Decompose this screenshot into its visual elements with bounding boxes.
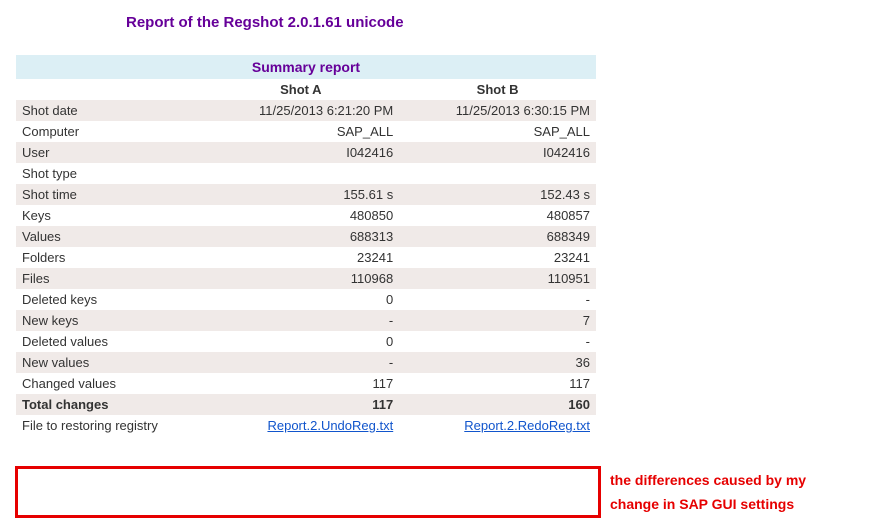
row-label: Files (16, 268, 202, 289)
table-row: Shot time155.61 s152.43 s (16, 184, 596, 205)
row-value-a: I042416 (202, 142, 399, 163)
row-value-a (202, 163, 399, 184)
row-value-a: 110968 (202, 268, 399, 289)
summary-table: Summary report Shot A Shot B Shot date11… (16, 55, 596, 436)
table-row: Deleted values0- (16, 331, 596, 352)
row-value-a: 688313 (202, 226, 399, 247)
row-label: New keys (16, 310, 202, 331)
row-value-b: 480857 (399, 205, 596, 226)
annotation-text: the differences caused by my change in S… (610, 469, 806, 517)
col-blank (16, 79, 202, 100)
row-value-a: - (202, 352, 399, 373)
row-label: Folders (16, 247, 202, 268)
table-row: Changed values117117 (16, 373, 596, 394)
row-value-a: - (202, 310, 399, 331)
row-value-a: 155.61 s (202, 184, 399, 205)
highlight-box (15, 466, 601, 518)
row-value-a: 0 (202, 331, 399, 352)
row-value-b: SAP_ALL (399, 121, 596, 142)
table-row: New keys-7 (16, 310, 596, 331)
row-value-a: SAP_ALL (202, 121, 399, 142)
row-value-b: 7 (399, 310, 596, 331)
row-value-b: 688349 (399, 226, 596, 247)
row-label: Deleted values (16, 331, 202, 352)
table-row: Shot type (16, 163, 596, 184)
file-row: File to restoring registry Report.2.UndoR… (16, 415, 596, 436)
row-value-a: 23241 (202, 247, 399, 268)
table-row: UserI042416I042416 (16, 142, 596, 163)
row-label: Shot time (16, 184, 202, 205)
table-row: Folders2324123241 (16, 247, 596, 268)
page-title: Report of the Regshot 2.0.1.61 unicode (126, 14, 875, 31)
row-label: Computer (16, 121, 202, 142)
total-row: Total changes117160 (16, 394, 596, 415)
file-row-label: File to restoring registry (16, 415, 202, 436)
table-row: Deleted keys0- (16, 289, 596, 310)
total-b: 160 (399, 394, 596, 415)
row-label: Shot type (16, 163, 202, 184)
row-value-b (399, 163, 596, 184)
row-value-b: I042416 (399, 142, 596, 163)
row-value-b: 117 (399, 373, 596, 394)
col-shot-b: Shot B (399, 79, 596, 100)
table-row: New values-36 (16, 352, 596, 373)
table-row: Values688313688349 (16, 226, 596, 247)
table-row: Shot date11/25/2013 6:21:20 PM11/25/2013… (16, 100, 596, 121)
table-row: Keys480850480857 (16, 205, 596, 226)
total-label: Total changes (16, 394, 202, 415)
table-row: Files110968110951 (16, 268, 596, 289)
row-value-a: 11/25/2013 6:21:20 PM (202, 100, 399, 121)
summary-header: Summary report (16, 55, 596, 79)
row-value-b: - (399, 331, 596, 352)
row-value-b: - (399, 289, 596, 310)
row-label: Changed values (16, 373, 202, 394)
table-row: ComputerSAP_ALLSAP_ALL (16, 121, 596, 142)
row-label: Deleted keys (16, 289, 202, 310)
row-label: Shot date (16, 100, 202, 121)
annotation-line1: the differences caused by my (610, 469, 806, 493)
annotation-line2: change in SAP GUI settings (610, 493, 806, 517)
row-label: New values (16, 352, 202, 373)
row-value-b: 152.43 s (399, 184, 596, 205)
row-value-a: 480850 (202, 205, 399, 226)
undo-link[interactable]: Report.2.UndoReg.txt (267, 418, 393, 433)
row-value-a: 0 (202, 289, 399, 310)
row-value-b: 23241 (399, 247, 596, 268)
col-shot-a: Shot A (202, 79, 399, 100)
row-value-a: 117 (202, 373, 399, 394)
row-value-b: 36 (399, 352, 596, 373)
redo-link[interactable]: Report.2.RedoReg.txt (464, 418, 590, 433)
row-label: Values (16, 226, 202, 247)
total-a: 117 (202, 394, 399, 415)
row-value-b: 11/25/2013 6:30:15 PM (399, 100, 596, 121)
row-label: User (16, 142, 202, 163)
row-value-b: 110951 (399, 268, 596, 289)
row-label: Keys (16, 205, 202, 226)
